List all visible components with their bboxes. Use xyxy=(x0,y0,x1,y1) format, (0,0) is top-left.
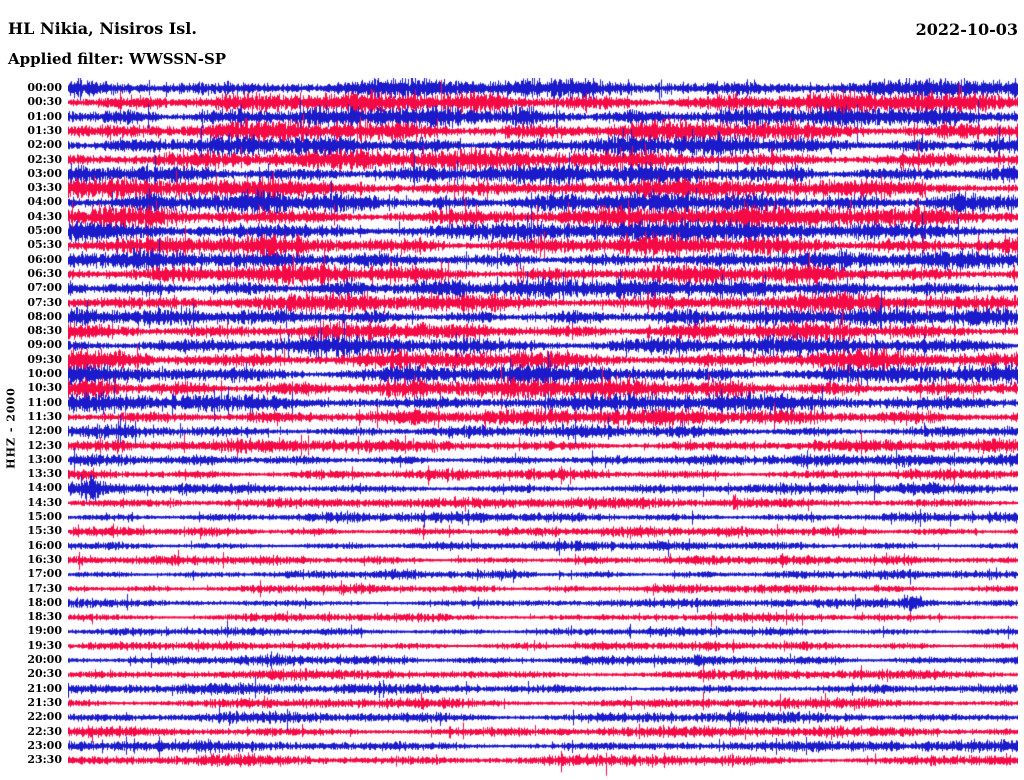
time-label: 17:30 xyxy=(24,583,62,595)
time-label: 06:00 xyxy=(24,254,62,266)
station-title: HL Nikia, Nisiros Isl. xyxy=(8,19,197,38)
time-label: 14:00 xyxy=(24,482,62,494)
time-label: 04:30 xyxy=(24,211,62,223)
time-label: 02:00 xyxy=(24,139,62,151)
time-label: 06:30 xyxy=(24,268,62,280)
time-label: 01:00 xyxy=(24,111,62,123)
helicorder-page: HL Nikia, Nisiros Isl. 2022-10-03 Applie… xyxy=(0,0,1024,780)
time-label: 13:00 xyxy=(24,454,62,466)
time-label: 15:30 xyxy=(24,525,62,537)
time-label: 22:30 xyxy=(24,726,62,738)
time-label: 01:30 xyxy=(24,125,62,137)
time-label: 17:00 xyxy=(24,568,62,580)
time-label: 10:00 xyxy=(24,368,62,380)
time-label: 05:30 xyxy=(24,239,62,251)
time-label: 21:00 xyxy=(24,683,62,695)
time-label: 12:00 xyxy=(24,425,62,437)
time-label: 11:30 xyxy=(24,411,62,423)
time-label: 18:00 xyxy=(24,597,62,609)
time-label: 09:00 xyxy=(24,339,62,351)
time-label: 09:30 xyxy=(24,354,62,366)
time-label: 11:00 xyxy=(24,397,62,409)
time-label: 19:30 xyxy=(24,640,62,652)
time-label: 00:00 xyxy=(24,82,62,94)
time-label: 03:00 xyxy=(24,168,62,180)
time-label: 16:30 xyxy=(24,554,62,566)
time-label: 18:30 xyxy=(24,611,62,623)
time-label: 08:30 xyxy=(24,325,62,337)
filter-prefix-label: Applied filter: xyxy=(8,50,124,68)
time-label: 20:30 xyxy=(24,668,62,680)
time-label: 22:00 xyxy=(24,711,62,723)
y-axis-label: HHZ - 2000 xyxy=(5,387,18,469)
helicorder-canvas xyxy=(68,78,1018,778)
time-label: 00:30 xyxy=(24,96,62,108)
filter-value-label: WWSSN-SP xyxy=(129,50,226,68)
time-label: 05:00 xyxy=(24,225,62,237)
time-label: 03:30 xyxy=(24,182,62,194)
time-label: 19:00 xyxy=(24,625,62,637)
date-label: 2022-10-03 xyxy=(916,20,1018,39)
time-label: 07:30 xyxy=(24,297,62,309)
time-label: 08:00 xyxy=(24,311,62,323)
time-label: 07:00 xyxy=(24,282,62,294)
time-label: 14:30 xyxy=(24,497,62,509)
time-label: 12:30 xyxy=(24,440,62,452)
time-label: 20:00 xyxy=(24,654,62,666)
time-label: 23:00 xyxy=(24,740,62,752)
time-label: 23:30 xyxy=(24,754,62,766)
time-label: 10:30 xyxy=(24,382,62,394)
time-label: 02:30 xyxy=(24,154,62,166)
time-label: 16:00 xyxy=(24,540,62,552)
time-label: 21:30 xyxy=(24,697,62,709)
filter-label: Applied filter: WWSSN-SP xyxy=(8,50,226,68)
time-label: 04:00 xyxy=(24,196,62,208)
time-label: 15:00 xyxy=(24,511,62,523)
time-label: 13:30 xyxy=(24,468,62,480)
